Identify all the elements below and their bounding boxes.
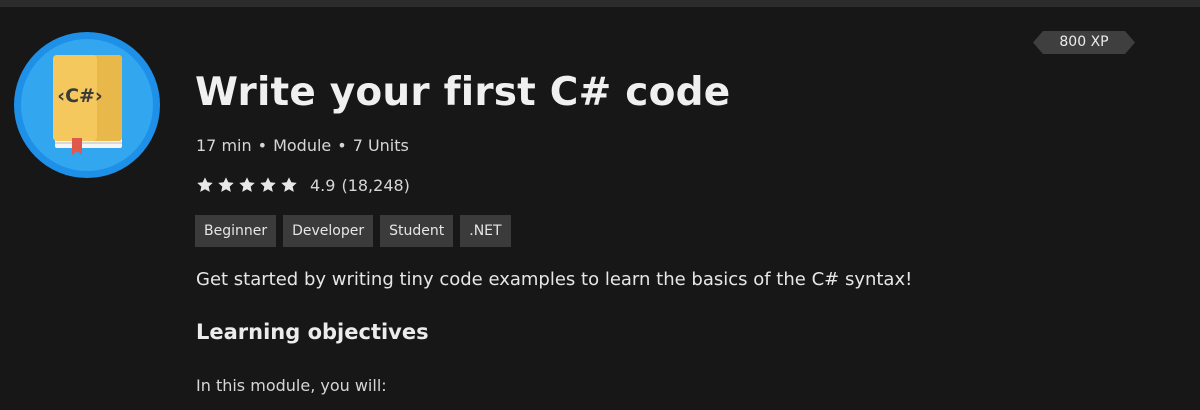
tag-beginner[interactable]: Beginner <box>195 215 277 247</box>
tag-list: Beginner Developer Student .NET <box>195 215 518 247</box>
xp-value: 800 XP <box>1059 34 1109 50</box>
rating-count: (18,248) <box>341 175 410 195</box>
tag-dotnet[interactable]: .NET <box>460 215 511 247</box>
unit-count: 7 Units <box>352 136 409 155</box>
xp-badge: 800 XP <box>1033 31 1135 54</box>
objectives-intro: In this module, you will: <box>196 376 387 395</box>
rating: 4.9 (18,248) <box>196 174 410 196</box>
star-icon <box>260 177 276 192</box>
star-icon <box>239 177 255 192</box>
learning-objectives-heading: Learning objectives <box>196 320 429 344</box>
content-type: Module <box>273 136 332 155</box>
tag-student[interactable]: Student <box>380 215 454 247</box>
star-icon <box>218 177 234 192</box>
module-meta: 17 min • Module • 7 Units <box>196 136 409 155</box>
separator-dot: • <box>257 136 268 155</box>
book-icon-label: ‹C#› <box>57 85 103 107</box>
star-icon <box>197 177 213 192</box>
module-summary: Get started by writing tiny code example… <box>196 269 913 290</box>
tag-developer[interactable]: Developer <box>283 215 374 247</box>
duration: 17 min <box>196 136 252 155</box>
book-icon: ‹C#› <box>14 32 160 178</box>
star-icon <box>281 177 297 192</box>
module-badge: ‹C#› <box>12 30 162 180</box>
top-bar <box>0 0 1200 7</box>
page-title: Write your first C# code <box>195 70 731 115</box>
rating-stars <box>196 176 301 194</box>
separator-dot: • <box>337 136 347 155</box>
rating-value: 4.9 <box>310 175 336 195</box>
